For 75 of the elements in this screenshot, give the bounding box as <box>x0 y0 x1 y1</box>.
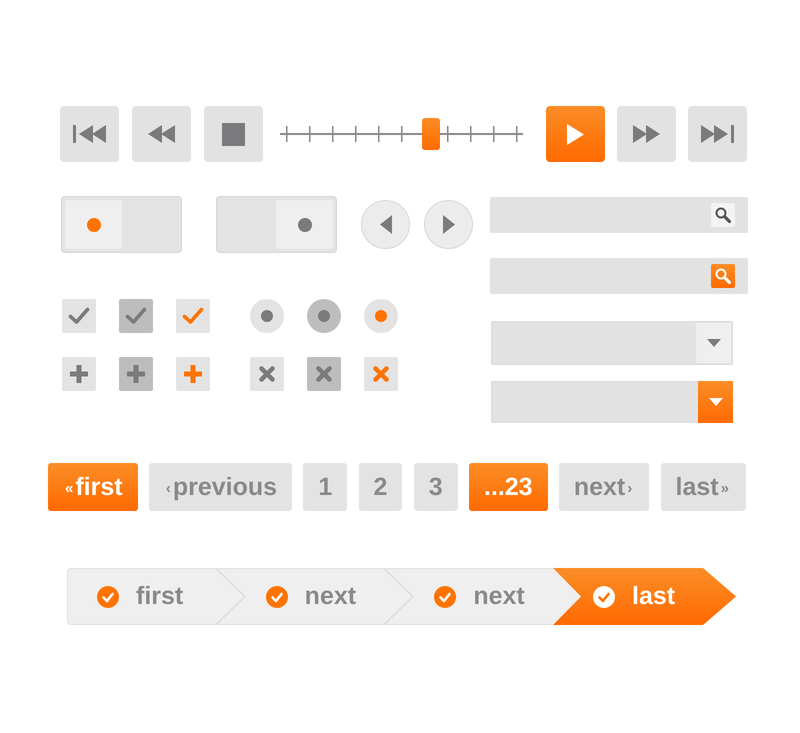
check-circle-icon <box>434 586 456 608</box>
search-button[interactable] <box>711 203 735 227</box>
checkmark-icon <box>68 307 90 325</box>
stop-button[interactable] <box>204 106 263 162</box>
plus-icon <box>70 365 88 383</box>
dropdown-field[interactable] <box>491 321 733 365</box>
pagination-button[interactable]: ‹previous <box>148 463 292 511</box>
fast-forward-button[interactable] <box>617 106 676 162</box>
dropdown-toggle[interactable] <box>696 323 731 363</box>
step-tab[interactable]: first <box>68 569 216 624</box>
step-tab[interactable]: last <box>553 568 736 625</box>
pagination-button[interactable]: 3 <box>414 463 458 511</box>
toggle-switch[interactable] <box>216 196 337 253</box>
next-button[interactable] <box>424 200 473 249</box>
close-button[interactable] <box>307 357 341 391</box>
dot-icon <box>261 310 273 322</box>
search-icon <box>715 268 731 284</box>
dot-icon <box>86 218 100 232</box>
pagination-button[interactable]: 2 <box>358 463 402 511</box>
triangle-left-icon <box>380 215 392 234</box>
close-icon <box>373 366 389 382</box>
add-button[interactable] <box>119 357 153 391</box>
search-icon <box>715 207 731 223</box>
slider-thumb[interactable] <box>422 118 440 150</box>
add-button[interactable] <box>176 357 210 391</box>
caret-down-icon <box>708 398 722 406</box>
rewind-icon <box>148 125 175 143</box>
search-field[interactable] <box>490 258 748 294</box>
add-button[interactable] <box>62 357 96 391</box>
pagination-button[interactable]: last» <box>660 463 746 511</box>
stop-icon <box>222 122 245 146</box>
plus-icon <box>184 365 202 383</box>
close-icon <box>259 366 275 382</box>
caret-down-icon <box>706 339 720 347</box>
play-button[interactable] <box>546 106 605 162</box>
close-button[interactable] <box>250 357 284 391</box>
close-icon <box>316 366 332 382</box>
previous-button[interactable] <box>361 200 410 249</box>
radio-button[interactable] <box>307 299 341 333</box>
checkmark-icon <box>125 307 147 325</box>
search-field[interactable] <box>490 197 748 233</box>
pagination-button[interactable]: 1 <box>303 463 348 511</box>
skip-to-start-icon <box>73 125 106 143</box>
skip-to-end-icon <box>701 125 734 143</box>
skip-to-start-button[interactable] <box>60 106 119 162</box>
play-icon <box>567 124 584 144</box>
radio-button[interactable] <box>364 299 398 333</box>
skip-to-end-button[interactable] <box>688 106 747 162</box>
check-circle-icon <box>593 586 616 608</box>
dot-icon <box>298 218 312 232</box>
check-circle-icon <box>266 586 288 608</box>
toggle-knob[interactable] <box>276 200 333 249</box>
dot-icon <box>318 310 330 322</box>
rewind-button[interactable] <box>132 106 191 162</box>
pagination-button[interactable]: ...23 <box>468 463 548 511</box>
toggle-knob[interactable] <box>65 200 122 249</box>
pagination-button[interactable]: «first <box>48 463 138 511</box>
checkbox[interactable] <box>119 299 153 333</box>
check-circle-icon <box>97 586 119 608</box>
dot-icon <box>375 310 387 322</box>
checkbox[interactable] <box>176 299 210 333</box>
step-tab[interactable]: next <box>414 569 554 624</box>
triangle-right-icon <box>442 215 454 234</box>
plus-icon <box>127 365 145 383</box>
radio-button[interactable] <box>250 299 284 333</box>
pagination-button[interactable]: next› <box>558 463 650 511</box>
step-tab[interactable]: next <box>246 569 384 624</box>
checkmark-icon <box>182 307 204 325</box>
search-button[interactable] <box>711 264 735 288</box>
dropdown-toggle[interactable] <box>698 381 733 423</box>
close-button[interactable] <box>364 357 398 391</box>
fast-forward-icon <box>633 125 660 143</box>
checkbox[interactable] <box>62 299 96 333</box>
toggle-switch[interactable] <box>61 196 182 253</box>
dropdown-field[interactable] <box>491 381 733 423</box>
